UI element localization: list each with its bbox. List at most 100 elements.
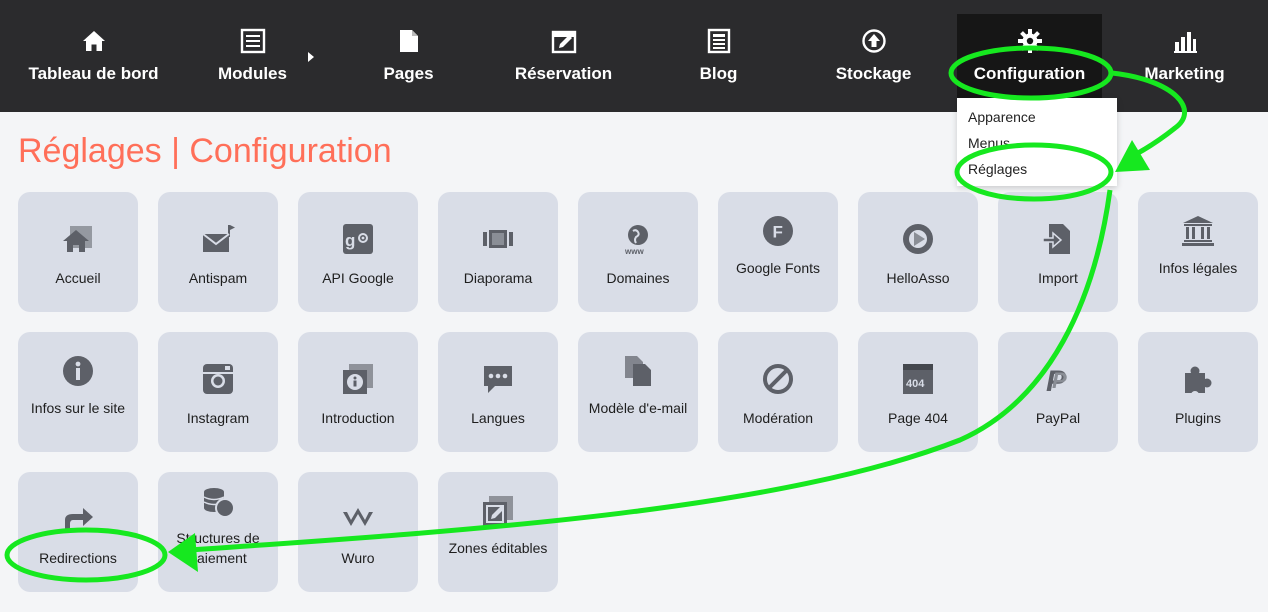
tile-label: Zones éditables xyxy=(448,540,548,556)
annotation-arrowhead-1 xyxy=(1115,140,1150,172)
tile-instagram[interactable]: Instagram xyxy=(158,332,278,452)
nav-item-blog[interactable]: Blog xyxy=(646,14,791,98)
dropdown-item-apparence[interactable]: Apparence xyxy=(968,109,1036,125)
page-title: Réglages | Configuration xyxy=(18,132,392,170)
tile-label: Instagram xyxy=(186,410,250,426)
instagram-icon xyxy=(201,362,235,396)
nav-label: Pages xyxy=(383,64,434,83)
nav-label: Blog xyxy=(699,64,738,83)
tile-introduction[interactable]: Introduction xyxy=(298,332,418,452)
tile-helloasso[interactable]: HelloAsso xyxy=(858,192,978,312)
tile-label: Structures de paiement xyxy=(176,530,260,566)
edit-stack-icon xyxy=(481,494,515,528)
page-404-icon: 404 xyxy=(901,362,935,396)
dropdown-item-reglages[interactable]: Réglages xyxy=(968,161,1027,177)
home-icon xyxy=(81,28,107,54)
tile-accueil[interactable]: Accueil xyxy=(18,192,138,312)
info-stack-icon xyxy=(341,362,375,396)
tile-label: Google Fonts xyxy=(735,260,821,276)
tile-paypal[interactable]: PP PayPal xyxy=(998,332,1118,452)
tile-wuro[interactable]: Wuro xyxy=(298,472,418,592)
bar-chart-icon xyxy=(1172,28,1198,54)
nav-label: Tableau de bord xyxy=(28,64,159,83)
ban-icon xyxy=(761,362,795,396)
nav-label: Configuration xyxy=(973,64,1086,83)
nav-item-tableau-de-bord[interactable]: Tableau de bord xyxy=(21,14,166,98)
svg-text:P: P xyxy=(1052,368,1067,393)
calendar-edit-icon xyxy=(551,28,577,54)
tile-label: Wuro xyxy=(341,550,375,566)
configuration-dropdown-menu: Apparence Menus Réglages xyxy=(957,98,1117,186)
paypal-icon: PP xyxy=(1041,362,1075,396)
nav-label: Réservation xyxy=(514,64,613,83)
speech-bubble-icon xyxy=(481,362,515,396)
nav-item-modules[interactable]: Modules xyxy=(180,14,325,98)
top-navigation: Tableau de bord Modules Pages Réservatio… xyxy=(0,0,1268,112)
tile-label: Plugins xyxy=(1175,410,1221,426)
tile-moderation[interactable]: Modération xyxy=(718,332,838,452)
info-icon xyxy=(61,354,95,388)
nav-item-marketing[interactable]: Marketing xyxy=(1112,14,1257,98)
svg-text:g: g xyxy=(345,231,355,250)
tile-label: Infos légales xyxy=(1158,260,1238,276)
tile-label: Langues xyxy=(471,410,525,426)
svg-text:F: F xyxy=(773,223,783,242)
tile-label: Modération xyxy=(742,410,814,426)
tile-infos-legales[interactable]: Infos légales xyxy=(1138,192,1258,312)
svg-text:404: 404 xyxy=(906,378,925,390)
upload-circle-icon xyxy=(861,28,887,54)
tile-zones-editables[interactable]: Zones éditables xyxy=(438,472,558,592)
nav-item-configuration[interactable]: Configuration xyxy=(957,14,1102,98)
tile-label: Introduction xyxy=(321,410,395,426)
tile-api-google[interactable]: g API Google xyxy=(298,192,418,312)
submenu-arrow-icon xyxy=(308,52,314,62)
wuro-icon xyxy=(341,502,375,536)
tile-label: Infos sur le site xyxy=(30,400,126,416)
nav-item-stockage[interactable]: Stockage xyxy=(801,14,946,98)
tile-infos-sur-le-site[interactable]: Infos sur le site xyxy=(18,332,138,452)
tile-label: Accueil xyxy=(55,270,101,286)
tile-label: Antispam xyxy=(188,270,248,286)
tile-label: PayPal xyxy=(1035,410,1081,426)
list-icon xyxy=(240,28,266,54)
tile-label: Redirections xyxy=(39,550,117,566)
tile-diaporama[interactable]: Diaporama xyxy=(438,192,558,312)
tile-label: Page 404 xyxy=(888,410,948,426)
import-icon xyxy=(1041,222,1075,256)
puzzle-icon xyxy=(1181,362,1215,396)
nav-label: Marketing xyxy=(1144,64,1225,83)
nav-label: Stockage xyxy=(835,64,912,83)
helloasso-icon xyxy=(901,222,935,256)
tile-label: API Google xyxy=(322,270,394,286)
google-plus-icon: g xyxy=(341,222,375,256)
copy-icon xyxy=(621,354,655,388)
mail-flag-icon xyxy=(201,222,235,256)
svg-text:www: www xyxy=(624,247,644,256)
tile-page-404[interactable]: 404 Page 404 xyxy=(858,332,978,452)
page-icon xyxy=(396,28,422,54)
tile-langues[interactable]: Langues xyxy=(438,332,558,452)
tile-label: Import xyxy=(1038,270,1078,286)
gear-icon xyxy=(1017,28,1043,54)
nav-item-pages[interactable]: Pages xyxy=(336,14,481,98)
tile-label: Modèle d'e-mail xyxy=(588,400,688,416)
tile-domaines[interactable]: www Domaines xyxy=(578,192,698,312)
tile-label: Domaines xyxy=(606,270,670,286)
dropdown-item-menus[interactable]: Menus xyxy=(968,135,1010,151)
newspaper-icon xyxy=(706,28,732,54)
tile-label: HelloAsso xyxy=(886,270,950,286)
tile-antispam[interactable]: Antispam xyxy=(158,192,278,312)
tile-label: Diaporama xyxy=(463,270,533,286)
share-icon xyxy=(61,502,95,536)
tile-structures-de-paiement[interactable]: Structures de paiement xyxy=(158,472,278,592)
tile-plugins[interactable]: Plugins xyxy=(1138,332,1258,452)
tile-google-fonts[interactable]: F Google Fonts xyxy=(718,192,838,312)
font-f-icon: F xyxy=(761,214,795,248)
tile-modele-d-e-mail[interactable]: Modèle d'e-mail xyxy=(578,332,698,452)
tile-import[interactable]: Import xyxy=(998,192,1118,312)
tile-redirections[interactable]: Redirections xyxy=(18,472,138,592)
bank-icon xyxy=(1181,214,1215,248)
home-icon xyxy=(61,222,95,256)
slideshow-icon xyxy=(481,222,515,256)
nav-item-reservation[interactable]: Réservation xyxy=(491,14,636,98)
